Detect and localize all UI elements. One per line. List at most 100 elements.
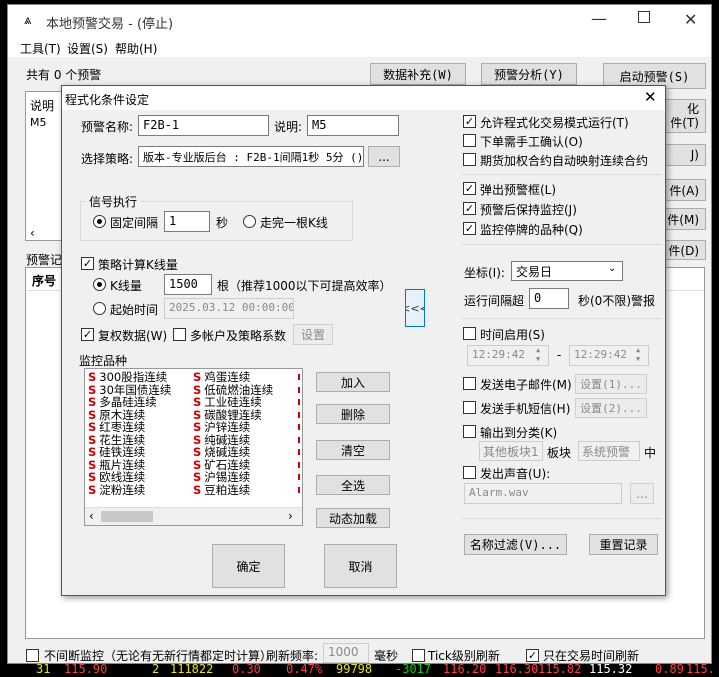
alert-analysis-button[interactable]: 预警分析(Y)	[481, 63, 577, 85]
start-time-radio[interactable]	[93, 302, 106, 315]
coord-select[interactable]: 交易日 ⌄	[511, 261, 623, 281]
scroll-left-icon[interactable]: ‹	[89, 509, 94, 523]
collapse-button[interactable]: <<<	[405, 289, 425, 327]
scroll-right-icon[interactable]: ›	[288, 509, 293, 523]
scroll-left-icon[interactable]: ‹	[30, 226, 35, 240]
send-sms-checkbox[interactable]	[463, 401, 476, 414]
clear-button[interactable]: 清空	[316, 440, 390, 460]
refresh-rate-label: 刷新频率:	[266, 649, 319, 663]
after-kline-radio[interactable]	[243, 215, 256, 228]
spin-down-icon[interactable]: ▼	[636, 355, 640, 363]
futures-rollover-label: 期货加权合约自动映射连续合约	[480, 154, 649, 168]
monitor-list[interactable]: S 300股指连续 S 鸡蛋连续 S 30年国债连续 S 低硫燃油连续 S 多晶硅连续 S 工业硅连续…	[84, 368, 303, 526]
time-from-input[interactable]: 12:29:42 ▲ ▼	[467, 345, 549, 366]
close-icon[interactable]: ✕	[684, 10, 697, 29]
alert-list-row[interactable]: M5	[30, 116, 47, 129]
tick-7: -3017	[395, 664, 432, 676]
select-all-button[interactable]: 全选	[316, 475, 390, 495]
popup-alert-label: 弹出预警框(L)	[480, 183, 557, 197]
multi-account-settings-button[interactable]: 设置	[293, 324, 333, 345]
tick-2: 2	[152, 664, 160, 676]
futures-rollover-checkbox[interactable]	[463, 153, 476, 166]
strategy-browse-button[interactable]: ...	[368, 146, 400, 167]
allow-program-checkbox[interactable]: ✓	[463, 115, 476, 128]
play-sound-checkbox[interactable]	[463, 466, 476, 479]
list-row-marker	[298, 424, 300, 430]
time-enable-label: 时间启用(S)	[480, 328, 545, 342]
adjusted-data-checkbox[interactable]: ✓	[81, 328, 94, 341]
maximize-icon[interactable]	[638, 11, 650, 23]
spin-down-icon[interactable]: ▼	[536, 355, 540, 363]
monitor-suspended-checkbox[interactable]: ✓	[463, 222, 476, 235]
dynamic-load-button[interactable]: 动态加载	[316, 508, 390, 528]
sms-settings-button[interactable]: 设置(2)...	[575, 398, 647, 418]
middle-label: 中	[644, 446, 657, 460]
run-interval-input[interactable]: 0	[529, 288, 569, 309]
kline-count-input[interactable]: 1500	[164, 274, 212, 295]
app-icon: ⩓	[24, 13, 32, 28]
sound-file-input[interactable]: Alarm.wav	[464, 483, 622, 504]
manual-confirm-checkbox[interactable]	[463, 134, 476, 147]
ticker-row-bottom: 31 115.90 2 111822 0.30 0.47% 99798 -301…	[0, 664, 719, 677]
list-item[interactable]: S 淀粉连续	[88, 483, 145, 497]
system-alert-select[interactable]: 系统预警	[578, 441, 640, 461]
list-item-prefix: S	[193, 420, 202, 434]
alert-name-input[interactable]: F2B-1	[138, 115, 269, 136]
popup-alert-checkbox[interactable]: ✓	[463, 182, 476, 195]
trade-time-refresh-checkbox[interactable]: ✓	[526, 649, 539, 662]
minimize-icon[interactable]: —	[591, 9, 607, 28]
list-item-prefix: S	[88, 395, 97, 409]
email-settings-button[interactable]: 设置(1)...	[575, 374, 647, 394]
list-row-marker	[298, 449, 300, 455]
send-sms-label: 发送手机短信(H)	[480, 402, 571, 416]
sound-browse-button[interactable]: ...	[630, 483, 654, 504]
list-item[interactable]: S 豆粕连续	[193, 483, 250, 497]
continuous-monitor-label: 不间断监控（无论有无新行情都定时计算）	[44, 649, 273, 663]
ok-button[interactable]: 确定	[212, 544, 285, 588]
menu-help[interactable]: 帮助(H)	[115, 40, 157, 57]
tick-0: 31	[36, 664, 51, 676]
scroll-thumb[interactable]	[101, 511, 153, 522]
time-to-input[interactable]: 12:29:42 ▲ ▼	[569, 345, 649, 366]
dialog-close-icon[interactable]: ✕	[644, 88, 657, 106]
strategy-input[interactable]: 版本-专业版后台 : F2B-1间隔1秒 5分 ()	[138, 146, 364, 167]
interval-input[interactable]: 1	[164, 211, 210, 232]
menu-bar: 工具(T) 设置(S) 帮助(H)	[8, 37, 711, 57]
multi-account-checkbox[interactable]	[173, 328, 186, 341]
reset-record-button[interactable]: 重置记录	[589, 534, 658, 555]
strategy-label: 选择策略:	[81, 152, 134, 166]
time-enable-checkbox[interactable]	[463, 327, 476, 340]
other-board-select[interactable]: 其他板块1	[479, 441, 543, 461]
cancel-button[interactable]: 取消	[324, 544, 397, 588]
window-title: 本地预警交易 - (停止)	[46, 17, 174, 32]
continuous-monitor-checkbox[interactable]	[26, 649, 39, 662]
signal-group-title: 信号执行	[86, 193, 141, 210]
name-filter-button[interactable]: 名称过滤(V)...	[464, 534, 567, 555]
data-fill-button[interactable]: 数据补充(W)	[370, 63, 466, 85]
title-bar: ⩓ 本地预警交易 - (停止) — ✕	[8, 5, 711, 37]
list-row-marker	[298, 374, 300, 380]
desc-input[interactable]: M5	[307, 115, 399, 136]
kline-count-radio[interactable]	[93, 278, 106, 291]
fixed-interval-radio[interactable]	[93, 215, 106, 228]
menu-settings[interactable]: 设置(S)	[67, 40, 108, 57]
spin-up-icon[interactable]: ▲	[636, 346, 640, 354]
tick-refresh-label: Tick级别刷新	[428, 649, 500, 663]
send-email-checkbox[interactable]	[463, 377, 476, 390]
output-category-checkbox[interactable]	[463, 425, 476, 438]
tick-5: 0.47%	[286, 664, 323, 676]
list-item-prefix: S	[193, 445, 202, 459]
refresh-rate-input[interactable]: 1000	[323, 643, 369, 663]
menu-tools[interactable]: 工具(T)	[20, 40, 61, 57]
tick-refresh-checkbox[interactable]	[412, 649, 425, 662]
board-label: 板块	[547, 446, 572, 460]
spin-up-icon[interactable]: ▲	[536, 346, 540, 354]
condition-dialog: 程式化条件设定 ✕ 预警名称: F2B-1 说明: M5 选择策略: 版本-专业…	[61, 85, 666, 596]
monitor-list-hscroll[interactable]: ‹ ›	[85, 507, 302, 525]
delete-button[interactable]: 删除	[316, 404, 390, 424]
manual-confirm-label: 下单需手工确认(O)	[480, 135, 583, 149]
keep-monitoring-checkbox[interactable]: ✓	[463, 202, 476, 215]
add-button[interactable]: 加入	[316, 372, 390, 392]
start-time-input[interactable]: 2025.03.12 00:00:00	[164, 298, 294, 319]
calc-kline-checkbox[interactable]: ✓	[81, 257, 94, 270]
